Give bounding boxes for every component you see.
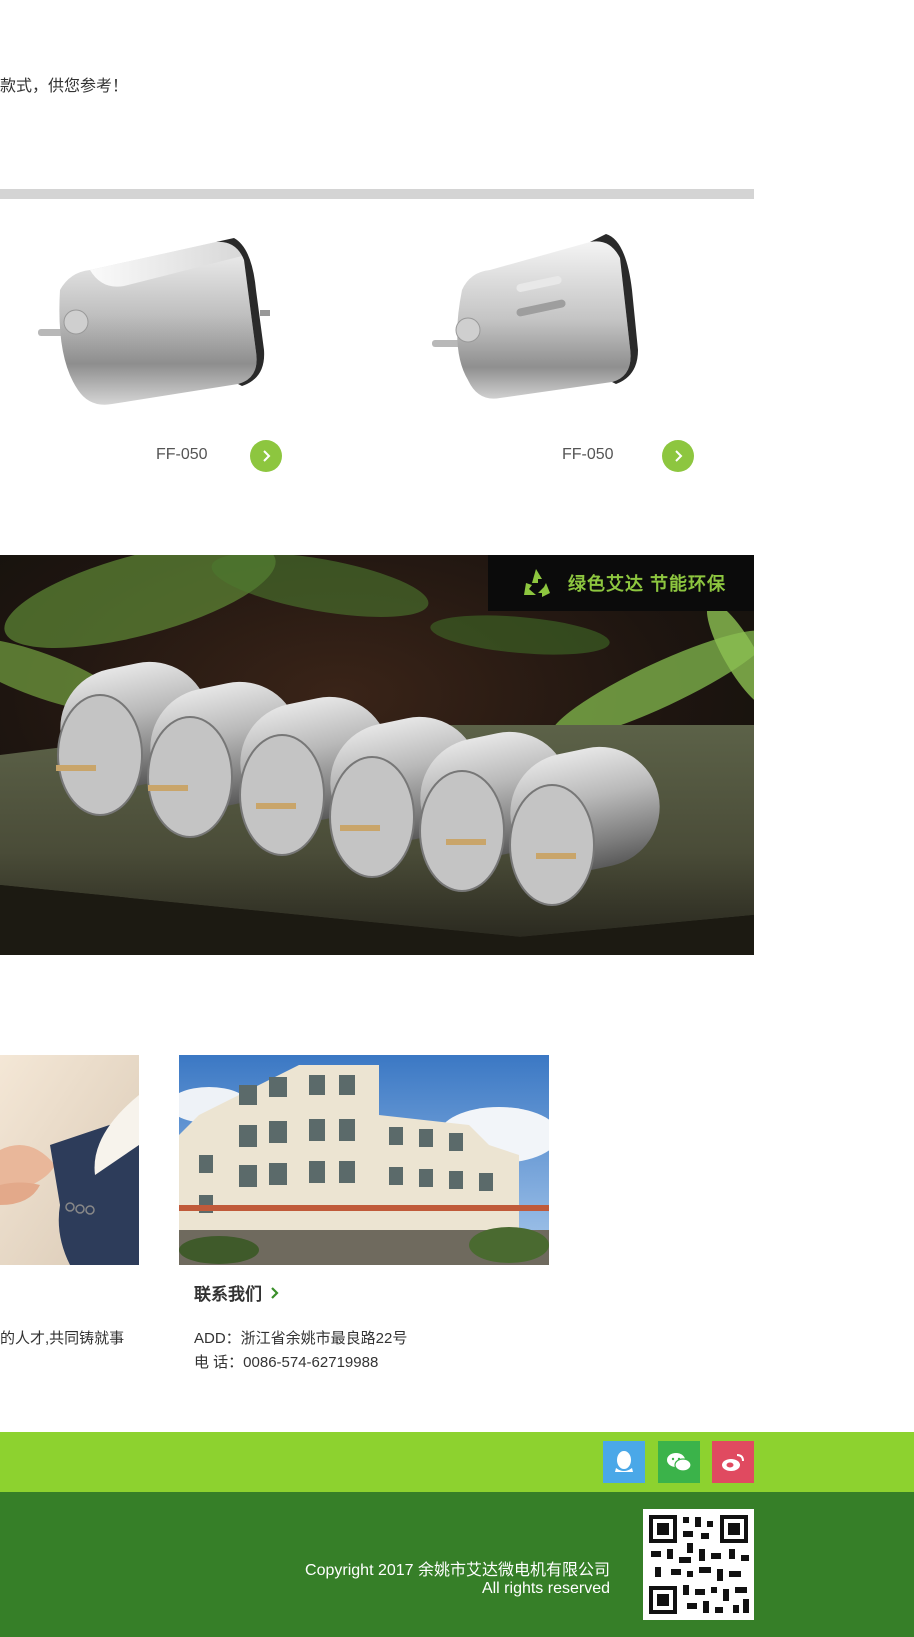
section-divider <box>0 189 754 199</box>
product-image <box>432 234 638 399</box>
product-card[interactable]: FF-050 <box>20 230 320 472</box>
recycle-icon <box>524 569 550 597</box>
card-image-building[interactable] <box>179 1055 549 1265</box>
banner-tag: 绿色艾达 节能环保 <box>488 555 754 611</box>
qq-icon <box>615 1451 633 1472</box>
weibo-icon <box>722 1454 744 1471</box>
footer-social-bar <box>0 1432 914 1492</box>
phone-text: 电 话：0086-574-62719988 <box>194 1354 379 1371</box>
intro-text: 款式，供您参考！ <box>0 78 129 95</box>
product-model[interactable]: FF-050 <box>156 446 208 464</box>
wechat-button[interactable] <box>658 1441 700 1483</box>
rights-text: All rights reserved <box>481 1580 610 1597</box>
product-model[interactable]: FF-050 <box>562 446 614 464</box>
product-image <box>38 238 270 405</box>
banner-image <box>0 555 754 955</box>
chevron-right-icon <box>675 450 683 462</box>
copyright-text: Copyright 2017 余姚市艾达微电机有限公司 <box>305 1562 610 1579</box>
product-more-button[interactable] <box>662 440 694 472</box>
qr-code <box>643 1509 754 1620</box>
contact-us-link[interactable]: 联系我们 <box>194 1280 280 1305</box>
qq-button[interactable] <box>603 1441 645 1483</box>
chevron-right-icon <box>271 1286 279 1299</box>
wechat-icon <box>667 1453 692 1472</box>
qr-code-image <box>643 1509 754 1620</box>
product-more-button[interactable] <box>250 440 282 472</box>
card-talent-text: 的人才,共同铸就事 <box>0 1330 125 1347</box>
chevron-right-icon <box>263 450 271 462</box>
banner-tag-text: 绿色艾达 节能环保 <box>568 574 727 594</box>
weibo-button[interactable] <box>712 1441 754 1483</box>
contact-title[interactable]: 联系我们 <box>194 1280 262 1305</box>
product-card[interactable]: FF-050 <box>420 230 720 472</box>
address-text: ADD：浙江省余姚市最良路22号 <box>194 1330 408 1347</box>
card-image-talent[interactable] <box>0 1055 139 1265</box>
promo-banner[interactable]: 绿色艾达 节能环保 <box>0 555 754 955</box>
